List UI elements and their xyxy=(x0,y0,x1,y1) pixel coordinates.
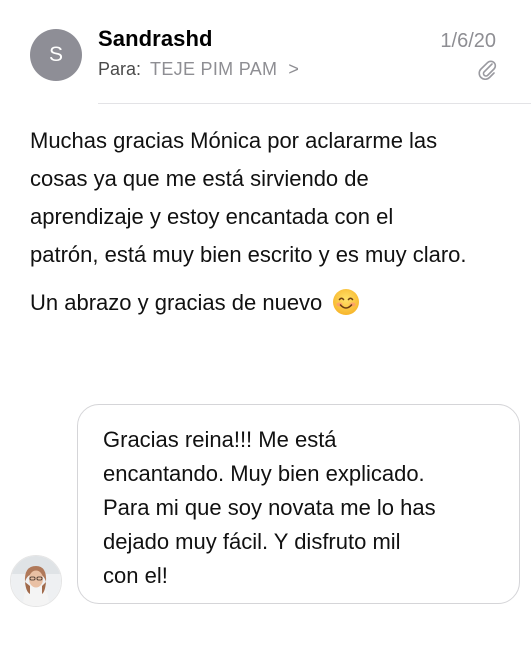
reply-line: encantando. Muy bien explicado. xyxy=(103,461,425,486)
message-line: aprendizaje y estoy encantada con el xyxy=(30,204,394,229)
email-header: S Sandrashd Para: TEJE PIM PAM > 1/6/20 xyxy=(0,0,531,104)
sender-avatar-initial: S xyxy=(48,43,63,66)
reply-bubble[interactable]: Gracias reina!!! Me está encantando. Muy… xyxy=(77,404,520,604)
reply-line: Para mi que soy novata me lo has xyxy=(103,495,436,520)
smiling-face-emoji-icon xyxy=(332,288,360,316)
reply-line: con el! xyxy=(103,563,168,588)
paperclip-icon[interactable] xyxy=(477,58,497,80)
greeting-text: Un abrazo y gracias de nuevo xyxy=(30,290,323,315)
recipient-line[interactable]: Para: TEJE PIM PAM > xyxy=(98,59,299,80)
message-date: 1/6/20 xyxy=(440,30,496,52)
reply-line: dejado muy fácil. Y disfruto mil xyxy=(103,529,401,554)
chevron-right-icon[interactable]: > xyxy=(288,59,299,79)
message-line: cosas ya que me está sirviendo de xyxy=(30,166,369,191)
reply-line: Gracias reina!!! Me está xyxy=(103,427,337,452)
sender-name[interactable]: Sandrashd xyxy=(98,26,213,52)
message-line: patrón, está muy bien escrito y es muy c… xyxy=(30,242,467,267)
sender-avatar[interactable]: S xyxy=(30,29,82,81)
reply-author-avatar[interactable] xyxy=(10,555,62,607)
recipient-label: Para: xyxy=(98,59,142,79)
message-line: Muchas gracias Mónica por aclararme las xyxy=(30,128,438,153)
message-greeting: Un abrazo y gracias de nuevo xyxy=(30,284,360,322)
message-body: Muchas gracias Mónica por aclararme las … xyxy=(30,122,520,274)
header-divider xyxy=(98,103,531,104)
recipient-name[interactable]: TEJE PIM PAM xyxy=(150,59,277,79)
